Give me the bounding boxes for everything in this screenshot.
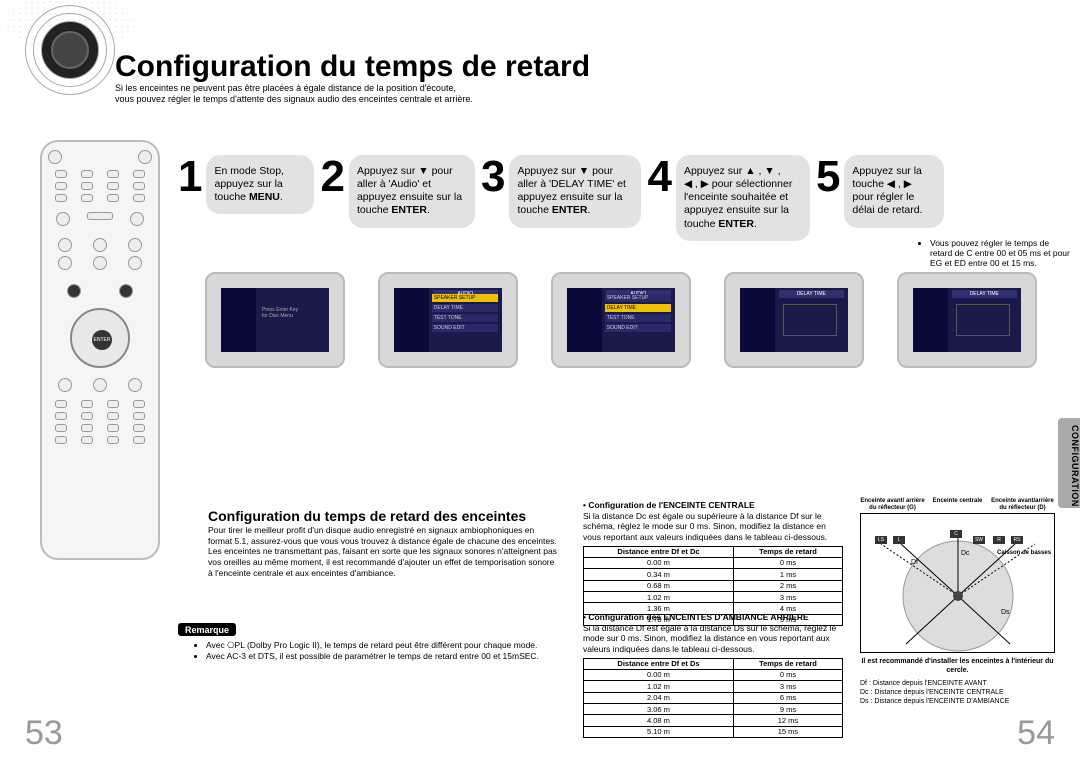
step-1: 1 En mode Stop, appuyez sur la touche ME… (178, 155, 320, 241)
step-1-line-1: En mode Stop, (214, 165, 283, 177)
subtitle-line-2: vous pouvez régler le temps d'attente de… (115, 94, 473, 104)
legend-dc: Dc : Distance depuis l'ENCEINTE CENTRALE (860, 688, 1055, 697)
step-4-l2b: pour sélectionner (709, 178, 792, 190)
arrows-icon: ◀ , ▶ (684, 178, 709, 190)
step-2: 2 Appuyez sur ▼ pour aller à 'Audio' et … (320, 155, 480, 241)
step-3-l3: appuyez ensuite sur la (517, 191, 622, 203)
speaker-ls-icon: LS (875, 536, 887, 544)
diag-label-left: Enceinte avant/ arrière du réflecteur (G… (860, 498, 925, 511)
step-5-l1: Appuyez sur la (852, 165, 921, 177)
step-4-number: 4 (647, 155, 671, 199)
step-4: 4 Appuyez sur ▲ , ▼ , ◀ , ▶ pour sélecti… (647, 155, 815, 241)
speaker-c-icon: C (950, 530, 962, 538)
step-5-l2a: touche (852, 178, 886, 190)
screen-4-title: DELAY TIME (779, 290, 844, 298)
step-2-l1a: Appuyez sur (357, 165, 418, 177)
speaker-rs-icon: RS (1011, 536, 1023, 544)
step-5-l4: délai de retard. (852, 204, 922, 216)
step-3-l4b: . (588, 204, 591, 216)
step-3: 3 Appuyez sur ▼ pour aller à 'DELAY TIME… (481, 155, 647, 241)
step-2-number: 2 (320, 155, 344, 199)
step-3-enter: ENTER (552, 204, 588, 216)
center-config: • Configuration de l'ENCEINTE CENTRALE S… (583, 500, 843, 626)
screen-1-text-2: for Disc Menu (262, 313, 298, 319)
step-5: 5 Appuyez sur la touche ◀ , ▶ pour régle… (816, 155, 950, 241)
down-arrow-icon: ▼ (579, 165, 589, 177)
arrows-icon: ◀ , ▶ (887, 178, 912, 190)
step-2-l2: aller à 'Audio' et (357, 178, 431, 190)
page-subtitle: Si les enceintes ne peuvent pas être pla… (115, 83, 473, 105)
step-2-enter: ENTER (391, 204, 427, 216)
step-1-number: 1 (178, 155, 202, 199)
surround-config-table: Distance entre Df et DsTemps de retard 0… (583, 658, 843, 739)
step-3-number: 3 (481, 155, 505, 199)
legend-ds: Ds : Distance depuis l'ENCEINTE D'AMBIAN… (860, 697, 1055, 706)
subtitle-line-1: Si les enceintes ne peuvent pas être pla… (115, 83, 456, 93)
legend-df: Df : Distance depuis l'ENCEINTE AVANT (860, 679, 1055, 688)
section-body: Pour tirer le meilleur profit d'un disqu… (208, 525, 558, 578)
screen-4: DELAY TIME (724, 272, 864, 368)
step-4-l4: appuyez ensuite sur la (684, 204, 789, 216)
step-3-l1b: pour (589, 165, 613, 177)
step-2-l1b: pour (429, 165, 453, 177)
step-5-l3: pour régler le (852, 191, 914, 203)
diag-label-right: Enceinte avant/arrière du réflecteur (D) (990, 498, 1055, 511)
screen-5-title: DELAY TIME (952, 290, 1017, 298)
step-5-note: Vous pouvez régler le temps de retard de… (920, 238, 1070, 269)
step-2-l4b: . (427, 204, 430, 216)
step-2-l4a: touche (357, 204, 391, 216)
step-3-l2: aller à 'DELAY TIME' et (517, 178, 625, 190)
label-ds: Ds (1001, 609, 1010, 616)
remote-control-illustration: ENTER (40, 140, 160, 560)
step-1-menu: MENU (249, 191, 280, 203)
screens-row: Press Enter Key for Disc Menu AUDIO SPEA… (205, 272, 1062, 368)
step-5-number: 5 (816, 155, 840, 199)
diagram-legend: Df : Distance depuis l'ENCEINTE AVANT Dc… (860, 679, 1055, 706)
step-3-l1a: Appuyez sur (517, 165, 578, 177)
steps-row: 1 En mode Stop, appuyez sur la touche ME… (178, 155, 1060, 241)
center-config-heading: • Configuration de l'ENCEINTE CENTRALE (583, 500, 843, 511)
step-3-l4a: touche (517, 204, 551, 216)
speaker-l-icon: L (893, 536, 905, 544)
step-2-l3: appuyez ensuite sur la (357, 191, 462, 203)
section-title: Configuration du temps de retard des enc… (208, 508, 526, 524)
screen-1: Press Enter Key for Disc Menu (205, 272, 345, 368)
diag-label-center: Enceinte centrale (925, 498, 990, 511)
remote-enter-button: ENTER (92, 330, 112, 350)
center-config-body: Si la distance Dc est égale ou supérieur… (583, 511, 843, 543)
diagram-caption: Il est recommandé d'installer les encein… (860, 658, 1055, 675)
speaker-layout-diagram: Enceinte avant/ arrière du réflecteur (G… (860, 498, 1055, 706)
side-tab-configuration: CONFIGURATION (1058, 418, 1080, 508)
step-1-line-3b: . (280, 191, 283, 203)
remarque-block: Remarque Avec ⎔PL (Dolby Pro Logic II), … (178, 623, 558, 661)
page-number-left: 53 (25, 714, 63, 753)
surround-config-heading: • Configuration des ENCEINTES D'AMBIANCE… (583, 612, 843, 623)
step-4-l3: l'enceinte souhaitée et (684, 191, 788, 203)
label-dc: Dc (961, 550, 970, 557)
surround-config-body: Si la distance Df est égale à la distanc… (583, 623, 843, 655)
down-arrow-icon: ▼ (418, 165, 428, 177)
remarque-item-2: Avec AC-3 et DTS, il est possible de par… (206, 651, 558, 662)
step-4-enter: ENTER (718, 218, 754, 230)
step-4-l5a: touche (684, 218, 718, 230)
label-df: Df (911, 559, 918, 566)
remote-dpad: ENTER (70, 308, 130, 368)
arrows-icon: ▲ , ▼ , (745, 165, 780, 177)
speaker-r-icon: R (993, 536, 1005, 544)
screen-2: AUDIO SPEAKER SETUP DELAY TIME TEST TONE… (378, 272, 518, 368)
step-4-l5b: . (754, 218, 757, 230)
label-caisson: Caisson de basses (997, 550, 1051, 556)
remarque-label: Remarque (178, 623, 236, 636)
step-1-line-2: appuyez sur la (214, 178, 282, 190)
step-4-l1a: Appuyez sur (684, 165, 745, 177)
remarque-item-1: Avec ⎔PL (Dolby Pro Logic II), le temps … (206, 640, 558, 651)
screen-3: AUDIO SPEAKER SETUP DELAY TIME TEST TONE… (551, 272, 691, 368)
step-1-line-3a: touche (214, 191, 248, 203)
surround-config: • Configuration des ENCEINTES D'AMBIANCE… (583, 612, 843, 738)
page-number-right: 54 (1017, 714, 1055, 753)
speaker-sw-icon: SW (973, 536, 985, 544)
speaker-graphic-icon (25, 5, 115, 95)
screen-5: DELAY TIME (897, 272, 1037, 368)
page-title: Configuration du temps de retard (115, 50, 590, 84)
